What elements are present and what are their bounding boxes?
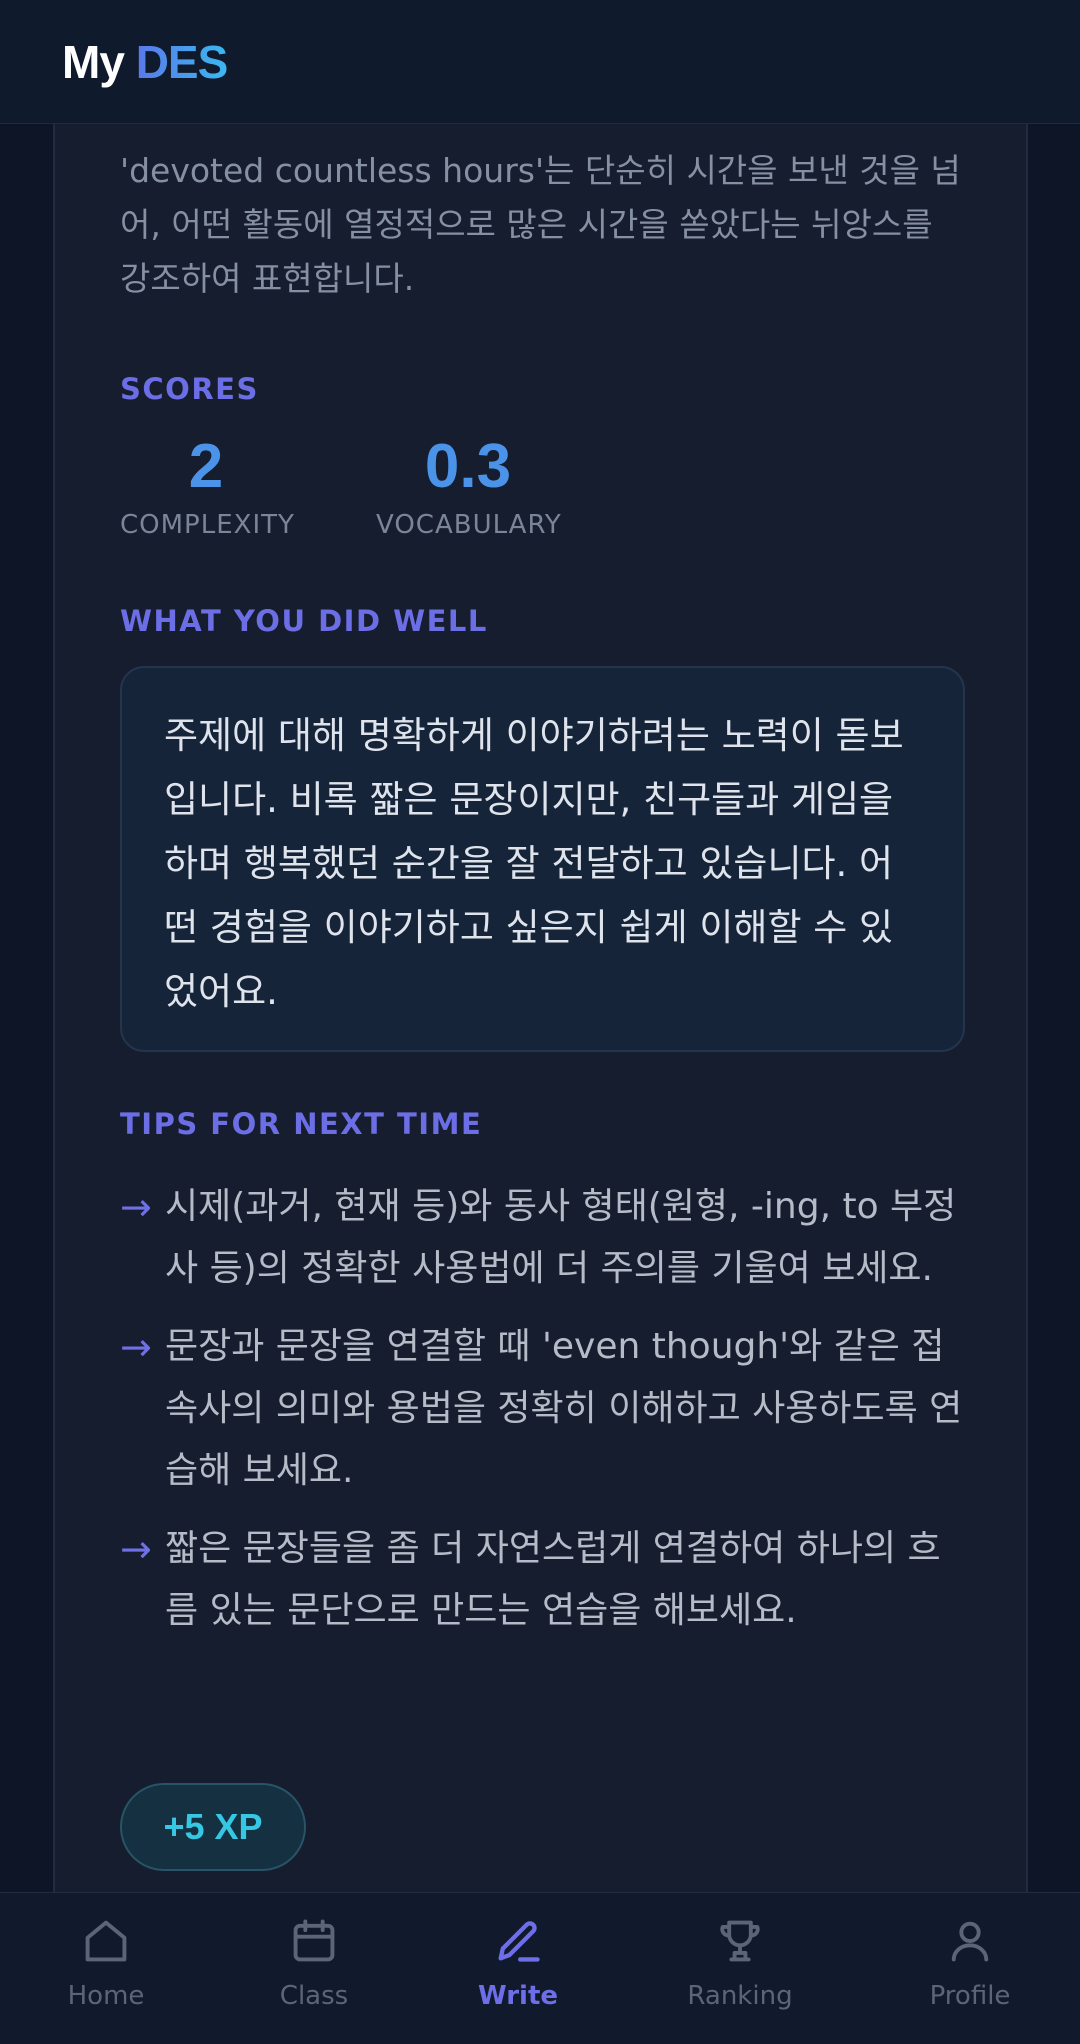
complexity-score: 2 COMPLEXITY — [120, 432, 295, 540]
pen-icon — [498, 1921, 540, 1962]
calendar-icon — [293, 1919, 335, 1962]
nav-item-home[interactable]: Home — [26, 1915, 186, 2011]
app-logo[interactable]: My DES — [62, 35, 229, 89]
user-icon — [951, 1921, 989, 1962]
tip-text: 문장과 문장을 연결할 때 'even though'와 같은 접속사의 의미와… — [165, 1326, 963, 1491]
tip-item: → 시제(과거, 현재 등)와 동사 형태(원형, -ing, to 부정사 등… — [120, 1176, 965, 1300]
app-header: My DES — [0, 0, 1080, 124]
arrow-right-icon: → — [120, 1527, 152, 1571]
nav-label-class: Class — [279, 1981, 349, 2011]
home-icon — [85, 1920, 127, 1962]
vocabulary-score: 0.3 VOCABULARY — [376, 432, 562, 540]
did-well-text: 주제에 대해 명확하게 이야기하려는 노력이 돋보입니다. 비록 짧은 문장이지… — [164, 714, 904, 1013]
trophy-icon — [720, 1920, 760, 1962]
complexity-caption: COMPLEXITY — [120, 510, 295, 540]
tip-text: 짧은 문장들을 좀 더 자연스럽게 연결하여 하나의 흐름 있는 문단으로 만드… — [165, 1528, 941, 1631]
nav-item-class[interactable]: Class — [234, 1915, 394, 2011]
complexity-value: 2 — [188, 432, 224, 501]
nav-label-write: Write — [477, 1981, 559, 2011]
did-well-box: 주제에 대해 명확하게 이야기하려는 노력이 돋보입니다. 비록 짧은 문장이지… — [120, 666, 965, 1052]
tips-list: → 시제(과거, 현재 등)와 동사 형태(원형, -ing, to 부정사 등… — [120, 1176, 965, 1658]
arrow-right-icon: → — [120, 1185, 152, 1229]
nav-label-profile: Profile — [929, 1981, 1011, 2011]
nav-item-write[interactable]: Write — [438, 1915, 598, 2011]
vocabulary-value: 0.3 — [424, 432, 512, 501]
tip-item: → 문장과 문장을 연결할 때 'even though'와 같은 접속사의 의… — [120, 1316, 965, 1502]
nav-item-ranking[interactable]: Ranking — [660, 1915, 820, 2011]
explanation-text: 'devoted countless hours'는 단순히 시간을 보낸 것을… — [120, 151, 961, 298]
nav-label-ranking: Ranking — [687, 1981, 793, 2011]
scores-label: SCORES — [120, 372, 259, 406]
nav-item-profile[interactable]: Profile — [890, 1915, 1050, 2011]
tips-label: TIPS FOR NEXT TIME — [120, 1107, 483, 1141]
well-label: WHAT YOU DID WELL — [120, 604, 488, 638]
feedback-card: 'devoted countless hours'는 단순히 시간을 보낸 것을… — [53, 124, 1028, 1892]
arrow-right-icon: → — [120, 1325, 152, 1369]
xp-badge: +5 XP — [120, 1783, 306, 1871]
tip-text: 시제(과거, 현재 등)와 동사 형태(원형, -ing, to 부정사 등)의… — [165, 1186, 957, 1289]
bottom-nav: Home Class Write Ranking Profile — [0, 1892, 1080, 2044]
logo-des: DES — [135, 35, 229, 88]
nav-label-home: Home — [67, 1981, 145, 2011]
vocabulary-caption: VOCABULARY — [376, 510, 562, 540]
tip-item: → 짧은 문장들을 좀 더 자연스럽게 연결하여 하나의 흐름 있는 문단으로 … — [120, 1518, 965, 1642]
logo-my: My — [62, 35, 125, 88]
